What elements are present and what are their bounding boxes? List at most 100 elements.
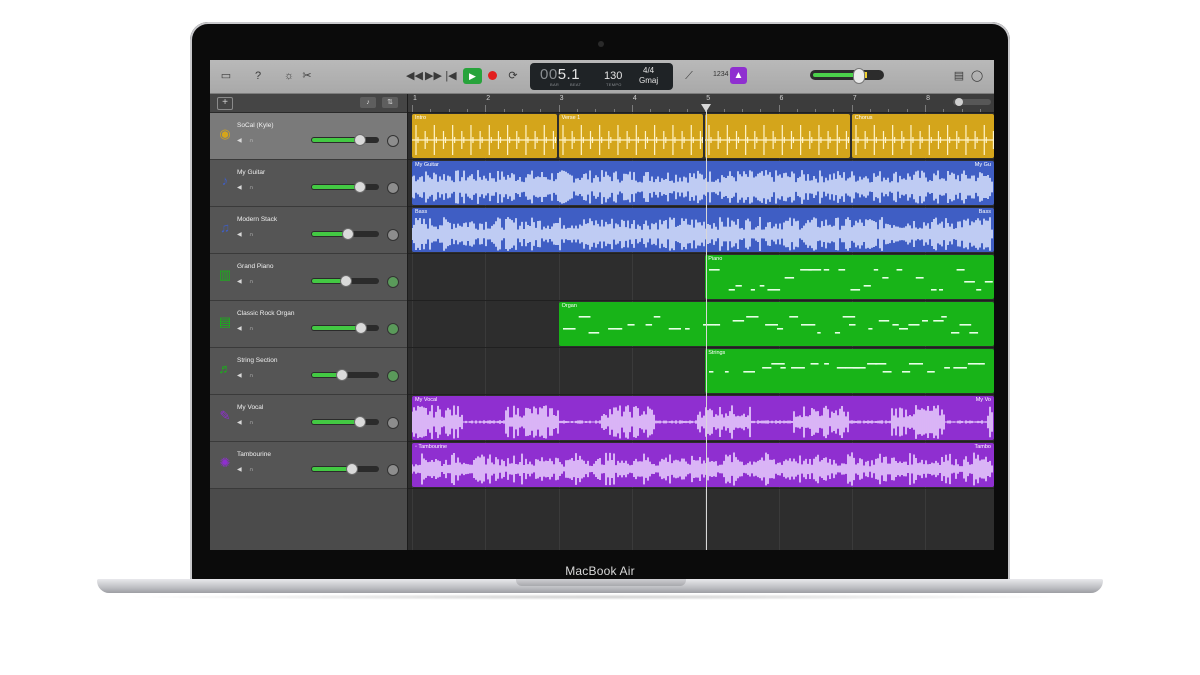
track-header[interactable]: ♪My Guitar◀ ∩ bbox=[210, 160, 407, 207]
track-lane[interactable]: ◦ TambourineTambo bbox=[408, 442, 994, 489]
volume-knob[interactable] bbox=[355, 322, 367, 334]
track-volume-slider[interactable] bbox=[311, 184, 379, 190]
midi-notes bbox=[705, 357, 994, 393]
pan-knob[interactable] bbox=[387, 370, 399, 382]
track-volume-slider[interactable] bbox=[311, 419, 379, 425]
track-header[interactable]: ▤Classic Rock Organ◀ ∩ bbox=[210, 301, 407, 348]
pan-knob[interactable] bbox=[387, 323, 399, 335]
zoom-slider[interactable] bbox=[953, 99, 991, 105]
help-icon[interactable]: ? bbox=[251, 69, 265, 83]
zoom-knob[interactable] bbox=[955, 98, 963, 106]
region[interactable]: ◦ TambourineTambo bbox=[412, 443, 994, 487]
mute-solo-buttons[interactable]: ◀ ∩ bbox=[237, 137, 257, 144]
fast-forward-icon[interactable]: ▶▶ bbox=[425, 69, 439, 83]
smart-controls-icon[interactable]: ☼ bbox=[282, 69, 296, 83]
region[interactable] bbox=[705, 114, 850, 158]
track-header[interactable]: ▥Grand Piano◀ ∩ bbox=[210, 254, 407, 301]
mute-solo-buttons[interactable]: ◀ ∩ bbox=[237, 278, 257, 285]
region[interactable]: Intro bbox=[412, 114, 557, 158]
midi-note bbox=[789, 316, 798, 318]
midi-note bbox=[969, 332, 978, 334]
midi-note bbox=[909, 363, 923, 365]
track-volume-slider[interactable] bbox=[311, 137, 379, 143]
track-header[interactable]: ♬String Section◀ ∩ bbox=[210, 348, 407, 395]
track-lane[interactable]: BassBass bbox=[408, 207, 994, 254]
mute-solo-buttons[interactable]: ◀ ∩ bbox=[237, 419, 257, 426]
pan-knob[interactable] bbox=[387, 464, 399, 476]
midi-note bbox=[653, 316, 660, 318]
pan-knob[interactable] bbox=[387, 135, 399, 147]
track-header[interactable]: ♫Modern Stack◀ ∩ bbox=[210, 207, 407, 254]
midi-notes bbox=[559, 310, 994, 346]
region[interactable]: My VocalMy Vo bbox=[412, 396, 994, 440]
master-volume-slider[interactable] bbox=[810, 70, 884, 80]
volume-knob[interactable] bbox=[346, 463, 358, 475]
pan-knob[interactable] bbox=[387, 229, 399, 241]
region[interactable]: My GuitarMy Gu bbox=[412, 161, 994, 205]
pan-knob[interactable] bbox=[387, 417, 399, 429]
master-volume-knob[interactable] bbox=[853, 68, 865, 84]
notepad-icon[interactable]: ▤ bbox=[952, 69, 966, 83]
metronome-icon[interactable]: ▲ bbox=[730, 67, 747, 84]
garageband-window: ▭ ? ☼ ✂ ◀◀ ▶▶ |◀ ▶ ⟳ 005.1 130 4/4 Gmaj … bbox=[210, 60, 994, 550]
lcd-display[interactable]: 005.1 130 4/4 Gmaj BAR BEAT TEMPO bbox=[530, 63, 673, 90]
mute-solo-buttons[interactable]: ◀ ∩ bbox=[237, 325, 257, 332]
add-track-button[interactable]: + bbox=[217, 97, 233, 110]
mute-solo-buttons[interactable]: ◀ ∩ bbox=[237, 231, 257, 238]
playhead[interactable] bbox=[706, 104, 707, 550]
track-lane[interactable]: Strings bbox=[408, 348, 994, 395]
midi-note bbox=[849, 324, 856, 326]
library-icon[interactable]: ▭ bbox=[219, 69, 233, 83]
editors-icon[interactable]: ✂ bbox=[300, 69, 314, 83]
mute-solo-buttons[interactable]: ◀ ∩ bbox=[237, 184, 257, 191]
record-button[interactable] bbox=[488, 71, 497, 80]
volume-knob[interactable] bbox=[342, 228, 354, 240]
playhead-handle[interactable] bbox=[701, 104, 711, 112]
go-to-start-icon[interactable]: |◀ bbox=[444, 69, 458, 83]
track-lane[interactable]: IntroVerse 1 Chorus bbox=[408, 113, 994, 160]
region[interactable]: Strings bbox=[705, 349, 994, 393]
pan-knob[interactable] bbox=[387, 276, 399, 288]
track-volume-slider[interactable] bbox=[311, 372, 379, 378]
track-volume-slider[interactable] bbox=[311, 278, 379, 284]
mute-solo-buttons[interactable]: ◀ ∩ bbox=[237, 372, 257, 379]
midi-note bbox=[801, 324, 815, 326]
midi-note bbox=[777, 328, 783, 330]
midi-note bbox=[588, 332, 599, 334]
region[interactable]: Verse 1 bbox=[559, 114, 704, 158]
region[interactable]: Organ bbox=[559, 302, 994, 346]
region[interactable]: BassBass bbox=[412, 208, 994, 252]
pan-knob[interactable] bbox=[387, 182, 399, 194]
count-in-button[interactable]: 1234 bbox=[713, 71, 729, 78]
play-button[interactable]: ▶ bbox=[463, 68, 482, 84]
track-lane[interactable]: Piano bbox=[408, 254, 994, 301]
loop-browser-icon[interactable]: ◯ bbox=[970, 69, 984, 83]
volume-knob[interactable] bbox=[340, 275, 352, 287]
track-header[interactable]: ✺Tambourine◀ ∩ bbox=[210, 442, 407, 489]
track-header[interactable]: ◉SoCal (Kyle)◀ ∩ bbox=[210, 113, 407, 160]
mute-solo-buttons[interactable]: ◀ ∩ bbox=[237, 466, 257, 473]
smart-tempo-icon[interactable]: ♪ bbox=[360, 97, 376, 108]
catch-icon[interactable]: ⇅ bbox=[382, 97, 398, 108]
track-lane[interactable]: My GuitarMy Gu bbox=[408, 160, 994, 207]
midi-note bbox=[899, 328, 908, 330]
volume-knob[interactable] bbox=[354, 416, 366, 428]
midi-note bbox=[762, 367, 771, 369]
volume-knob[interactable] bbox=[354, 134, 366, 146]
volume-knob[interactable] bbox=[336, 369, 348, 381]
midi-note bbox=[835, 332, 840, 334]
rewind-icon[interactable]: ◀◀ bbox=[406, 69, 420, 83]
track-volume-slider[interactable] bbox=[311, 231, 379, 237]
track-lane[interactable]: My VocalMy Vo bbox=[408, 395, 994, 442]
track-header[interactable]: ✎My Vocal◀ ∩ bbox=[210, 395, 407, 442]
region[interactable]: Chorus bbox=[852, 114, 994, 158]
strings-icon: ♬ bbox=[216, 360, 234, 378]
volume-knob[interactable] bbox=[354, 181, 366, 193]
arrange-area[interactable]: 12345678 IntroVerse 1ChorusMy GuitarMy G… bbox=[408, 94, 994, 550]
track-volume-slider[interactable] bbox=[311, 466, 379, 472]
region[interactable]: Piano bbox=[705, 255, 994, 299]
cycle-icon[interactable]: ⟳ bbox=[506, 69, 520, 83]
tuner-icon[interactable]: ⟋ bbox=[682, 69, 696, 83]
track-volume-slider[interactable] bbox=[311, 325, 379, 331]
track-lane[interactable]: Organ bbox=[408, 301, 994, 348]
